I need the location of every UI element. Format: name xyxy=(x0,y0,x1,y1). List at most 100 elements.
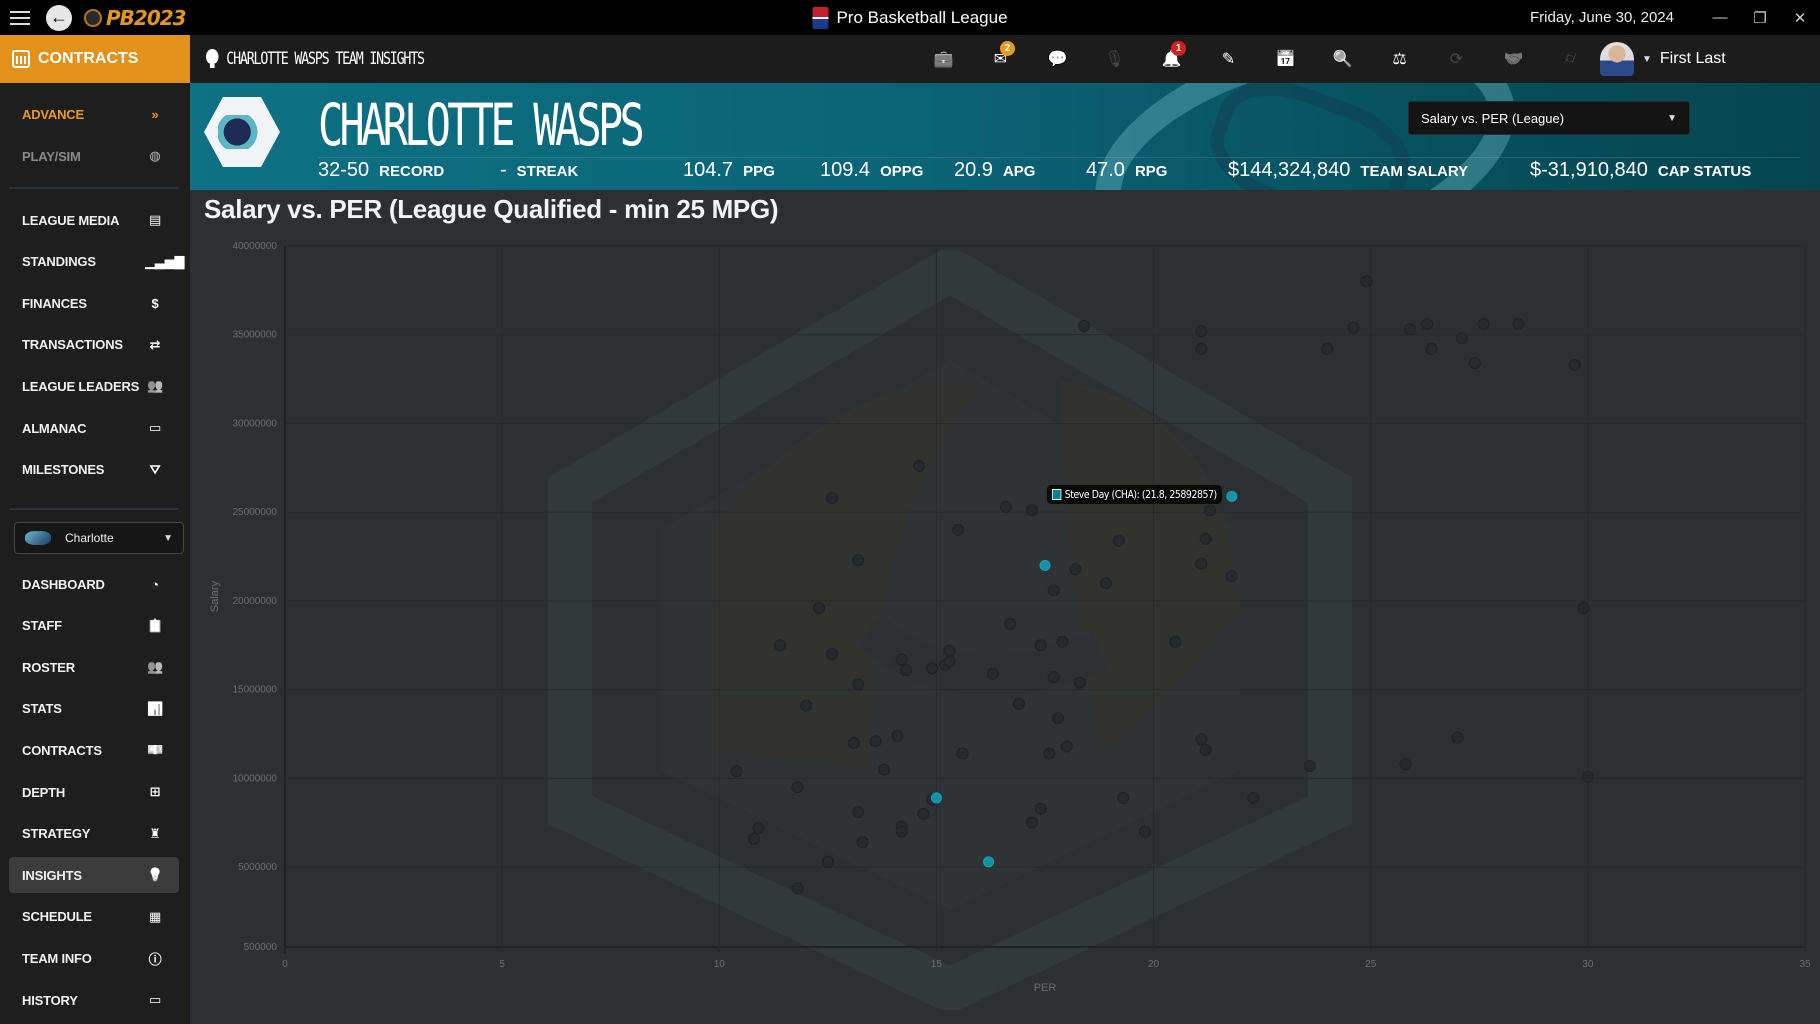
league-data-point[interactable] xyxy=(895,825,908,838)
league-data-point[interactable] xyxy=(1225,570,1238,583)
league-data-point[interactable] xyxy=(1204,504,1217,517)
briefcase-button[interactable]: 💼 xyxy=(915,35,972,83)
league-data-point[interactable] xyxy=(1004,618,1017,631)
scale-button[interactable]: ⚖ xyxy=(1371,35,1428,83)
sidebar-item-stats[interactable]: STATS 📊 xyxy=(9,691,179,727)
league-data-point[interactable] xyxy=(900,664,913,677)
league-data-point[interactable] xyxy=(748,832,761,845)
league-data-point[interactable] xyxy=(1012,697,1025,710)
league-data-point[interactable] xyxy=(1347,321,1360,334)
league-data-point[interactable] xyxy=(926,662,939,675)
league-data-point[interactable] xyxy=(821,855,834,868)
league-data-point[interactable] xyxy=(913,460,926,473)
league-data-point[interactable] xyxy=(1034,802,1047,815)
back-arrow-icon[interactable]: ← xyxy=(46,4,72,31)
league-data-point[interactable] xyxy=(1117,791,1130,804)
chart-type-dropdown[interactable]: Salary vs. PER (League) ▼ xyxy=(1408,101,1690,135)
league-data-point[interactable] xyxy=(1112,534,1125,547)
sidebar-item-advance[interactable]: ADVANCE » xyxy=(9,96,179,132)
league-data-point[interactable] xyxy=(999,500,1012,513)
microphone-button[interactable]: 🎙 xyxy=(1086,35,1143,83)
calendar-check-button[interactable]: 📅 xyxy=(1257,35,1314,83)
league-data-point[interactable] xyxy=(1073,676,1086,689)
sidebar-item-dashboard[interactable]: DASHBOARD ◔ xyxy=(9,566,179,602)
sidebar-item-finances[interactable]: FINANCES $ xyxy=(9,285,179,321)
league-data-point[interactable] xyxy=(1078,319,1091,332)
chat-button[interactable]: 💬 xyxy=(1029,35,1086,83)
league-data-point[interactable] xyxy=(1056,635,1069,648)
league-data-point[interactable] xyxy=(952,523,965,536)
section-tab-contracts[interactable]: CONTRACTS xyxy=(0,35,190,83)
league-data-point[interactable] xyxy=(1199,744,1212,757)
sidebar-item-milestones[interactable]: MILESTONES ⛛ xyxy=(9,452,179,488)
sidebar-item-almanac[interactable]: ALMANAC ▭ xyxy=(9,410,179,446)
sidebar-item-standings[interactable]: STANDINGS ▁▃▅▇ xyxy=(9,244,184,280)
sidebar-item-insights[interactable]: INSIGHTS 💡 xyxy=(9,857,179,894)
hamburger-menu-icon[interactable] xyxy=(2,0,38,35)
league-data-point[interactable] xyxy=(791,781,804,794)
league-data-point[interactable] xyxy=(856,836,869,849)
handshake-button[interactable]: 🤝 xyxy=(1485,35,1542,83)
league-data-point[interactable] xyxy=(1060,740,1073,753)
league-data-point[interactable] xyxy=(1568,358,1581,371)
league-data-point[interactable] xyxy=(791,882,804,895)
league-data-point[interactable] xyxy=(1052,712,1065,725)
sidebar-item-league-media[interactable]: LEAGUE MEDIA ▤ xyxy=(9,202,179,238)
user-menu[interactable]: ▼ First Last xyxy=(1600,35,1726,83)
sidebar-item-play-sim[interactable]: PLAY/SIM ◍ xyxy=(9,138,179,174)
league-data-point[interactable] xyxy=(1468,357,1481,370)
league-data-point[interactable] xyxy=(847,736,860,749)
team-data-point[interactable] xyxy=(1226,490,1238,502)
league-data-point[interactable] xyxy=(826,492,839,505)
league-data-point[interactable] xyxy=(1247,791,1260,804)
league-data-point[interactable] xyxy=(1138,825,1151,838)
team-select-dropdown[interactable]: Charlotte ▼ xyxy=(14,522,184,554)
league-data-point[interactable] xyxy=(1477,318,1490,331)
league-data-point[interactable] xyxy=(1512,318,1525,331)
minimize-icon[interactable]: — xyxy=(1700,9,1740,26)
refresh-button[interactable]: ⟳ xyxy=(1428,35,1485,83)
sidebar-item-strategy[interactable]: STRATEGY ♜ xyxy=(9,816,179,852)
league-data-point[interactable] xyxy=(1581,770,1594,783)
league-data-point[interactable] xyxy=(852,554,865,567)
league-data-point[interactable] xyxy=(1303,759,1316,772)
league-data-point[interactable] xyxy=(800,699,813,712)
league-data-point[interactable] xyxy=(1399,758,1412,771)
league-data-point[interactable] xyxy=(852,806,865,819)
league-data-point[interactable] xyxy=(1069,562,1082,575)
league-data-point[interactable] xyxy=(1025,504,1038,517)
league-data-point[interactable] xyxy=(956,747,969,760)
sidebar-item-transactions[interactable]: TRANSACTIONS ⇄ xyxy=(9,327,179,363)
league-data-point[interactable] xyxy=(1025,816,1038,829)
sidebar-item-league-leaders[interactable]: LEAGUE LEADERS 👥 xyxy=(9,368,179,404)
league-data-point[interactable] xyxy=(1451,731,1464,744)
league-data-point[interactable] xyxy=(891,729,904,742)
team-data-point[interactable] xyxy=(1039,559,1051,571)
league-data-point[interactable] xyxy=(1047,671,1060,684)
league-data-point[interactable] xyxy=(1169,635,1182,648)
league-data-point[interactable] xyxy=(1195,557,1208,570)
binoculars-button[interactable]: ⌭ xyxy=(1542,35,1599,83)
mail-button[interactable]: ✉ 2 xyxy=(972,35,1029,83)
league-data-point[interactable] xyxy=(1199,532,1212,545)
sidebar-item-staff[interactable]: STAFF 📋 xyxy=(9,608,179,644)
league-data-point[interactable] xyxy=(852,678,865,691)
close-icon[interactable]: ✕ xyxy=(1780,9,1820,27)
league-data-point[interactable] xyxy=(1425,342,1438,355)
sidebar-item-history[interactable]: HISTORY ▭ xyxy=(9,982,179,1018)
sidebar-item-team-info[interactable]: TEAM INFO ⓘ xyxy=(9,940,179,976)
bell-button[interactable]: 🔔 1 xyxy=(1143,35,1200,83)
league-data-point[interactable] xyxy=(1455,332,1468,345)
league-data-point[interactable] xyxy=(1421,318,1434,331)
sidebar-item-contracts[interactable]: CONTRACTS 💵 xyxy=(9,732,179,768)
league-data-point[interactable] xyxy=(1195,733,1208,746)
sidebar-item-schedule[interactable]: SCHEDULE ▦ xyxy=(9,899,179,935)
team-data-point[interactable] xyxy=(930,792,942,804)
sidebar-item-roster[interactable]: ROSTER 👥 xyxy=(9,649,179,685)
league-data-point[interactable] xyxy=(1195,325,1208,338)
league-data-point[interactable] xyxy=(1043,747,1056,760)
team-data-point[interactable] xyxy=(983,856,995,868)
league-data-point[interactable] xyxy=(1034,639,1047,652)
league-data-point[interactable] xyxy=(1577,602,1590,615)
league-data-point[interactable] xyxy=(826,648,839,661)
